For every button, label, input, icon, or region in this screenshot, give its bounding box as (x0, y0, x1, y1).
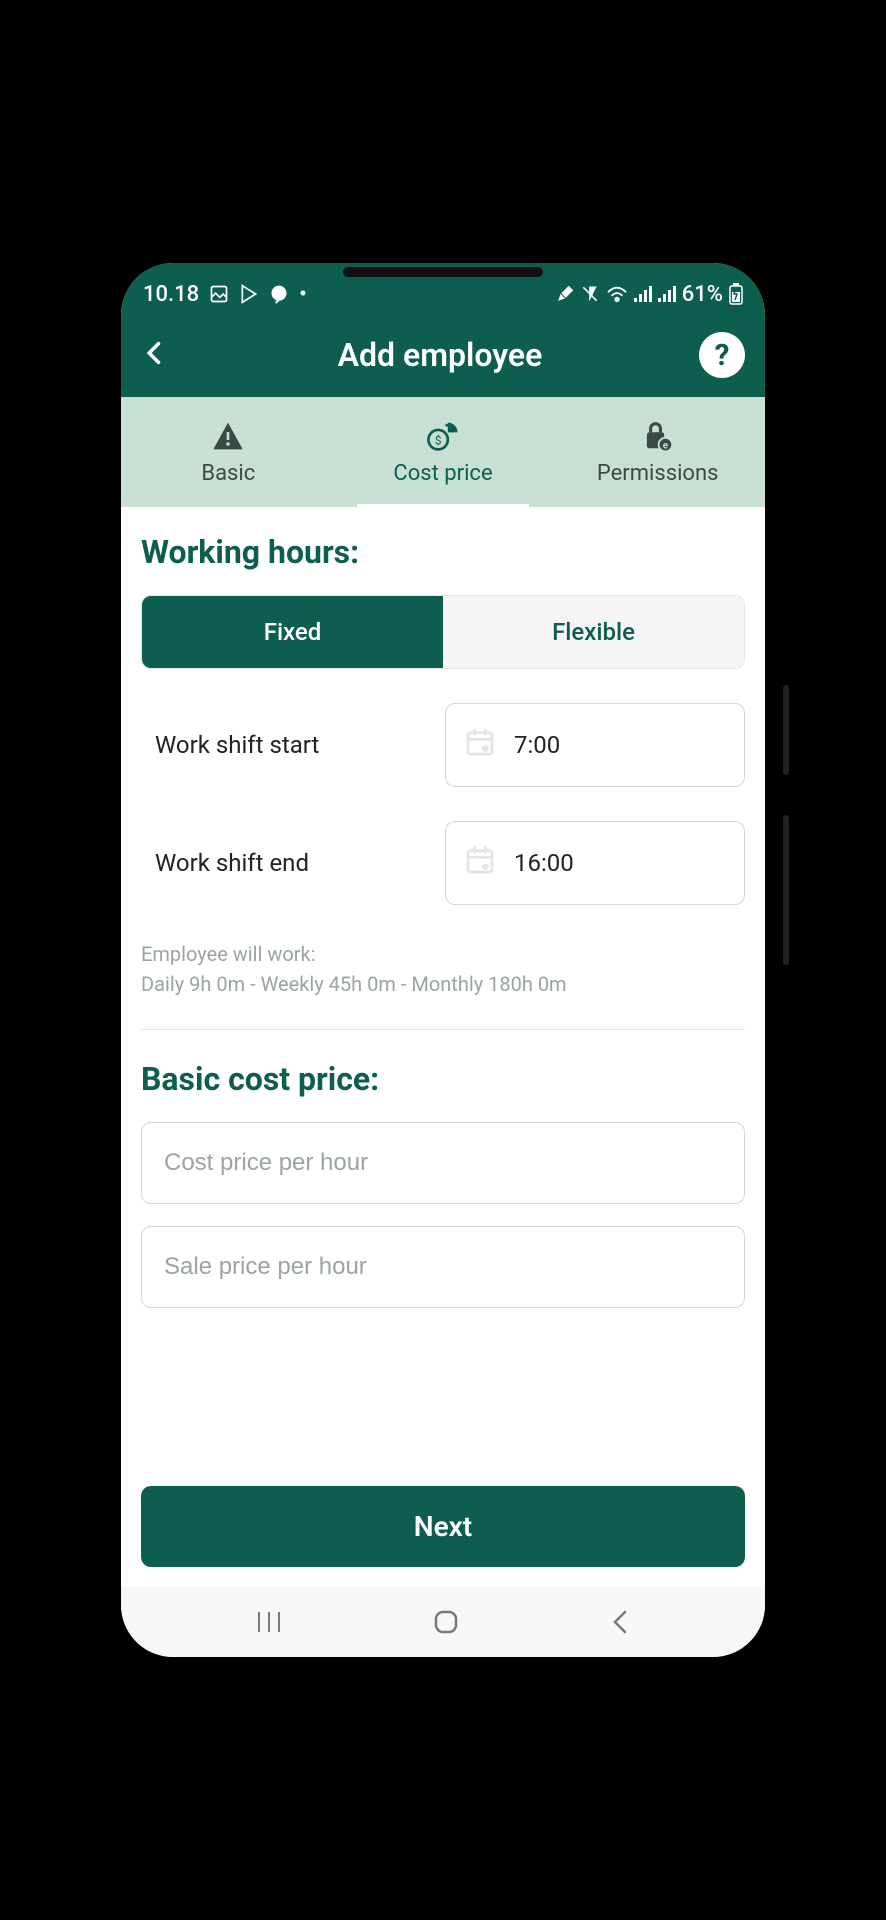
calendar-icon (464, 844, 496, 882)
tab-basic[interactable]: Basic (121, 397, 336, 507)
tab-permissions[interactable]: e Permissions (550, 397, 765, 507)
shift-end-value: 16:00 (514, 849, 574, 877)
tab-bar: Basic $ Cost price e Permissions (121, 397, 765, 507)
phone-side-button-2 (783, 815, 789, 965)
shift-start-label: Work shift start (141, 731, 429, 759)
shift-start-row: Work shift start 7:00 (141, 703, 745, 787)
sale-price-input[interactable] (141, 1226, 745, 1308)
battery-percent: 61% (682, 282, 723, 307)
back-button[interactable] (141, 334, 181, 376)
shift-end-input[interactable]: 16:00 (445, 821, 745, 905)
warning-icon (212, 419, 244, 453)
wifi-icon (606, 285, 628, 303)
working-hours-title: Working hours: (141, 533, 745, 571)
hours-type-toggle: Fixed Flexible (141, 595, 745, 669)
work-summary: Employee will work: Daily 9h 0m - Weekly… (141, 939, 745, 999)
tab-basic-label: Basic (201, 461, 255, 486)
phone-frame: 10.18 • (103, 245, 783, 1675)
summary-label: Employee will work: (141, 939, 745, 969)
shift-end-label: Work shift end (141, 849, 429, 877)
status-more-indicator: • (299, 282, 307, 307)
svg-text:$: $ (435, 433, 442, 447)
lock-icon: e (643, 419, 673, 453)
status-time: 10.18 (143, 282, 199, 307)
gallery-icon (209, 284, 229, 304)
messenger-icon (269, 284, 289, 304)
shift-start-input[interactable]: 7:00 (445, 703, 745, 787)
help-button[interactable]: ? (699, 332, 745, 378)
cost-icon: $ (426, 419, 460, 453)
signal-icon-2 (658, 286, 676, 302)
cost-price-input[interactable] (141, 1122, 745, 1204)
shift-end-row: Work shift end 16:00 (141, 821, 745, 905)
tab-cost-label: Cost price (393, 461, 492, 486)
content-area: Working hours: Fixed Flexible Work shift… (121, 507, 765, 1587)
cost-title: Basic cost price: (141, 1060, 745, 1098)
phone-side-button (783, 685, 789, 775)
vibrate-icon (580, 284, 600, 304)
nav-recents[interactable] (255, 1610, 283, 1634)
svg-text:e: e (662, 440, 668, 451)
tab-cost-price[interactable]: $ Cost price (336, 397, 551, 507)
app-header: Add employee ? (121, 319, 765, 397)
shift-start-value: 7:00 (514, 731, 560, 759)
page-title: Add employee (181, 336, 699, 374)
calendar-icon (464, 726, 496, 764)
battery-icon (729, 283, 743, 305)
nav-back[interactable] (609, 1609, 631, 1635)
divider (141, 1029, 745, 1030)
nav-home[interactable] (432, 1608, 460, 1636)
summary-value: Daily 9h 0m - Weekly 45h 0m - Monthly 18… (141, 969, 745, 999)
tab-permissions-label: Permissions (597, 461, 719, 486)
next-button[interactable]: Next (141, 1486, 745, 1567)
screen: 10.18 • (121, 263, 765, 1657)
play-store-icon (239, 284, 259, 304)
toggle-fixed[interactable]: Fixed (142, 596, 443, 668)
phone-speaker (343, 267, 543, 277)
signal-icon-1 (634, 286, 652, 302)
system-nav-bar (121, 1587, 765, 1657)
toggle-flexible[interactable]: Flexible (443, 596, 744, 668)
pen-icon (556, 285, 574, 303)
